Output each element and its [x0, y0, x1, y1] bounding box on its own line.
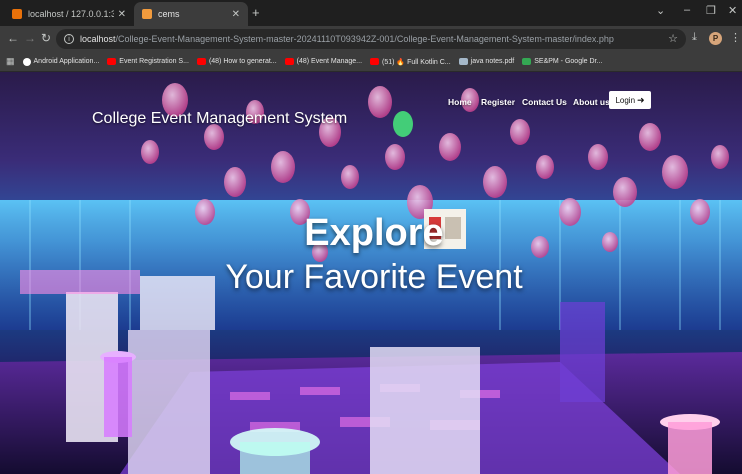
- bookmark-event-manage[interactable]: (48) Event Manage...: [284, 58, 363, 65]
- bookmark-event-registration[interactable]: Event Registration S...: [107, 58, 189, 65]
- bookmark-label: java notes.pdf: [470, 58, 515, 65]
- browser-tab-phpmyadmin[interactable]: localhost / 127.0.0.1:3308 / cems ✕: [4, 2, 134, 26]
- bookmarks-bar: ▦ Android Application... Event Registrat…: [0, 52, 742, 72]
- bookmark-android[interactable]: Android Application...: [22, 57, 100, 66]
- close-tab-icon[interactable]: ✕: [118, 9, 126, 20]
- login-label: Login: [615, 95, 636, 105]
- phpmyadmin-favicon-icon: [12, 9, 22, 19]
- bookmark-how-to-generate[interactable]: (48) How to generat...: [196, 58, 277, 65]
- url-path: /College-Event-Management-System-master-…: [115, 34, 614, 44]
- youtube-icon: [107, 58, 117, 65]
- browser-tab-cems[interactable]: cems ✕: [134, 2, 248, 26]
- tab-search-chevron-icon[interactable]: ⌄: [656, 4, 665, 17]
- nav-link-about-us[interactable]: About us: [573, 97, 610, 107]
- tab-title: cems: [158, 9, 180, 19]
- minimize-icon[interactable]: –: [684, 4, 690, 16]
- nav-link-contact-us[interactable]: Contact Us: [522, 97, 567, 107]
- hero-subheading: Your Favorite Event: [225, 258, 523, 296]
- hero-heading: Explore: [304, 212, 444, 254]
- bookmark-label: Android Application...: [33, 58, 100, 65]
- back-arrow-icon[interactable]: ←: [7, 31, 19, 45]
- reload-icon[interactable]: ↻: [41, 31, 51, 45]
- url-text: localhost/College-Event-Management-Syste…: [80, 34, 614, 44]
- bookmark-java-notes[interactable]: java notes.pdf: [458, 58, 515, 65]
- site-title[interactable]: College Event Management System: [92, 110, 347, 128]
- bookmark-label: SE&PM - Google Dr...: [534, 58, 603, 65]
- bookmark-label: (48) How to generat...: [208, 58, 277, 65]
- restore-icon[interactable]: ❐: [706, 4, 716, 17]
- google-drive-icon: [522, 58, 532, 65]
- youtube-icon: [370, 58, 380, 65]
- kebab-menu-icon[interactable]: ⋮: [730, 31, 741, 44]
- bookmark-label: (48) Event Manage...: [296, 58, 363, 65]
- bookmark-sepm-drive[interactable]: SE&PM - Google Dr...: [522, 58, 602, 65]
- youtube-icon: [284, 58, 294, 65]
- browser-toolbar: ← → ↻ i localhost/College-Event-Manageme…: [0, 26, 742, 52]
- address-bar[interactable]: i localhost/College-Event-Management-Sys…: [56, 29, 686, 49]
- google-icon: [22, 57, 31, 66]
- login-button[interactable]: Login ➜: [609, 91, 651, 109]
- close-window-icon[interactable]: ✕: [728, 4, 737, 17]
- bookmark-label: Event Registration S...: [119, 58, 189, 65]
- cems-favicon-icon: [142, 9, 152, 19]
- url-host: localhost: [80, 34, 116, 44]
- bookmark-label: (51) 🔥 Full Kotlin C...: [382, 58, 451, 66]
- youtube-icon: [196, 58, 206, 65]
- browser-tab-strip: localhost / 127.0.0.1:3308 / cems ✕ cems…: [0, 0, 742, 26]
- nav-link-home[interactable]: Home: [448, 97, 472, 107]
- close-tab-icon[interactable]: ✕: [232, 9, 240, 20]
- tab-title: localhost / 127.0.0.1:3308 / cems: [28, 9, 114, 19]
- web-page-hero: College Event Management System Home Reg…: [0, 72, 742, 474]
- site-info-icon[interactable]: i: [64, 34, 74, 44]
- forward-arrow-icon[interactable]: →: [24, 31, 36, 45]
- apps-grid-icon[interactable]: ▦: [6, 56, 15, 67]
- pdf-file-icon: [458, 58, 468, 65]
- nav-link-register[interactable]: Register: [481, 97, 515, 107]
- login-arrow-icon: ➜: [637, 94, 645, 105]
- profile-avatar[interactable]: P: [709, 32, 722, 45]
- bookmark-star-icon[interactable]: ☆: [668, 32, 678, 45]
- bookmark-kotlin[interactable]: (51) 🔥 Full Kotlin C...: [370, 58, 451, 66]
- downloads-icon[interactable]: ⤓: [692, 31, 697, 44]
- new-tab-plus-icon[interactable]: +: [252, 5, 260, 20]
